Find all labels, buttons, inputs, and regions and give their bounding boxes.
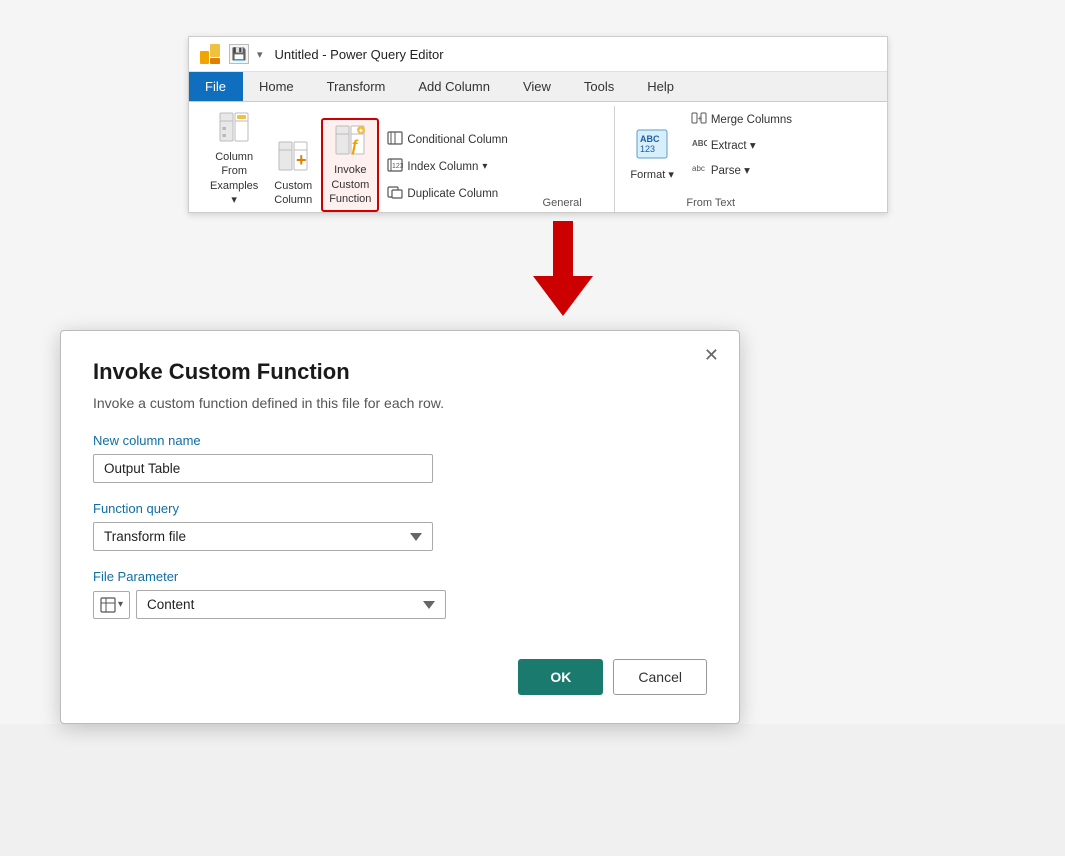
merge-columns-button[interactable]: + Merge Columns [685,108,798,131]
svg-text:123: 123 [392,163,403,170]
save-button[interactable]: 💾 [229,44,249,64]
svg-text:123: 123 [640,144,655,154]
merge-columns-label: Merge Columns [711,114,792,126]
svg-text:abc: abc [692,164,705,173]
tab-add-column[interactable]: Add Column [402,72,507,101]
from-text-group: ABC 123 Format ▾ [615,108,806,212]
file-parameter-dropdown-arrow: ▾ [118,599,123,610]
title-bar: 💾 ▾ Untitled - Power Query Editor [189,37,887,72]
general-group: ≡ ≡ Column FromExamples ▾ [195,106,615,212]
merge-columns-icon: + [691,112,707,127]
index-column-icon: 123 [387,158,403,175]
parse-label: Parse ▾ [711,163,750,177]
from-text-right-buttons: + Merge Columns ABC Extract ▾ [685,108,798,187]
format-section: ABC 123 Format ▾ [623,121,680,188]
custom-column-icon: + [277,140,309,177]
dialog-subtitle: Invoke a custom function defined in this… [93,395,707,411]
tab-file[interactable]: File [189,72,243,101]
tab-tools[interactable]: Tools [568,72,631,101]
svg-text:≡: ≡ [222,126,226,133]
svg-text:ABC: ABC [640,134,660,144]
dialog-close-button[interactable]: ✕ [698,343,725,368]
ribbon-content: ≡ ≡ Column FromExamples ▾ [189,102,887,212]
column-from-examples-icon: ≡ ≡ [218,111,250,148]
index-column-dropdown-icon: ▾ [482,161,487,172]
tab-transform[interactable]: Transform [311,72,403,101]
general-group-label: General [518,195,607,212]
format-button[interactable]: ABC 123 Format ▾ [623,121,680,188]
duplicate-column-label: Duplicate Column [407,188,498,200]
column-from-examples-button[interactable]: ≡ ≡ Column FromExamples ▾ [203,106,265,212]
invoke-custom-function-button[interactable]: ƒ ✦ Invoke CustomFunction [321,118,379,212]
tab-home[interactable]: Home [243,72,311,101]
duplicate-column-button[interactable]: Duplicate Column [381,181,513,206]
file-parameter-label: File Parameter [93,569,707,584]
custom-column-label: CustomColumn [274,179,312,208]
function-query-label: Function query [93,501,707,516]
save-icon: 💾 [232,47,247,61]
svg-text:+: + [697,114,702,123]
dialog-title: Invoke Custom Function [93,359,707,385]
conditional-column-label: Conditional Column [407,134,507,146]
index-column-label: Index Column [407,161,478,173]
conditional-column-button[interactable]: Conditional Column [381,127,513,152]
extract-label: Extract ▾ [711,138,756,152]
parse-icon: abc [691,162,707,177]
tab-bar: File Home Transform Add Column View Tool… [189,72,887,102]
cancel-button[interactable]: Cancel [613,659,707,695]
file-parameter-select[interactable]: Content [136,590,446,619]
title-bar-dropdown[interactable]: ▾ [257,48,263,61]
dialog-footer: OK Cancel [93,659,707,695]
svg-text:≡: ≡ [222,133,226,140]
arrow-indicator [60,221,1065,316]
invoke-custom-function-section: ƒ ✦ Invoke CustomFunction [321,118,379,212]
conditional-column-icon [387,131,403,148]
duplicate-column-icon [387,185,403,202]
new-column-name-label: New column name [93,433,707,448]
column-from-examples-label: Column FromExamples ▾ [210,150,258,207]
svg-text:+: + [296,150,307,170]
new-column-name-input[interactable] [93,454,433,483]
column-from-examples-section: ≡ ≡ Column FromExamples ▾ [203,106,265,212]
custom-column-section: + CustomColumn [267,135,319,213]
parse-button[interactable]: abc Parse ▾ [685,158,798,181]
file-parameter-icon-button[interactable]: ▾ [93,591,130,619]
extract-button[interactable]: ABC Extract ▾ [685,133,798,156]
file-parameter-row: ▾ Content [93,590,707,619]
table-icon [100,597,116,613]
from-text-group-label: From Text [623,195,798,212]
svg-text:ABC: ABC [692,139,707,148]
app-icon [199,43,221,65]
format-label: Format ▾ [630,168,673,182]
index-column-button[interactable]: 123 Index Column ▾ [381,154,513,179]
invoke-custom-function-label: Invoke CustomFunction [329,163,371,206]
custom-column-button[interactable]: + CustomColumn [267,135,319,213]
tab-view[interactable]: View [507,72,568,101]
extract-icon: ABC [691,137,707,152]
tab-help[interactable]: Help [631,72,691,101]
invoke-custom-function-dialog: ✕ Invoke Custom Function Invoke a custom… [60,330,740,724]
ok-button[interactable]: OK [518,659,603,695]
invoke-custom-function-icon: ƒ ✦ [334,124,366,161]
svg-text:✦: ✦ [358,127,364,135]
general-right-buttons: Conditional Column 123 Index Column [381,127,513,212]
svg-text:ƒ: ƒ [350,138,359,155]
app-title: Untitled - Power Query Editor [275,47,444,62]
function-query-select[interactable]: Transform file [93,522,433,551]
format-icon: ABC 123 [634,126,670,166]
